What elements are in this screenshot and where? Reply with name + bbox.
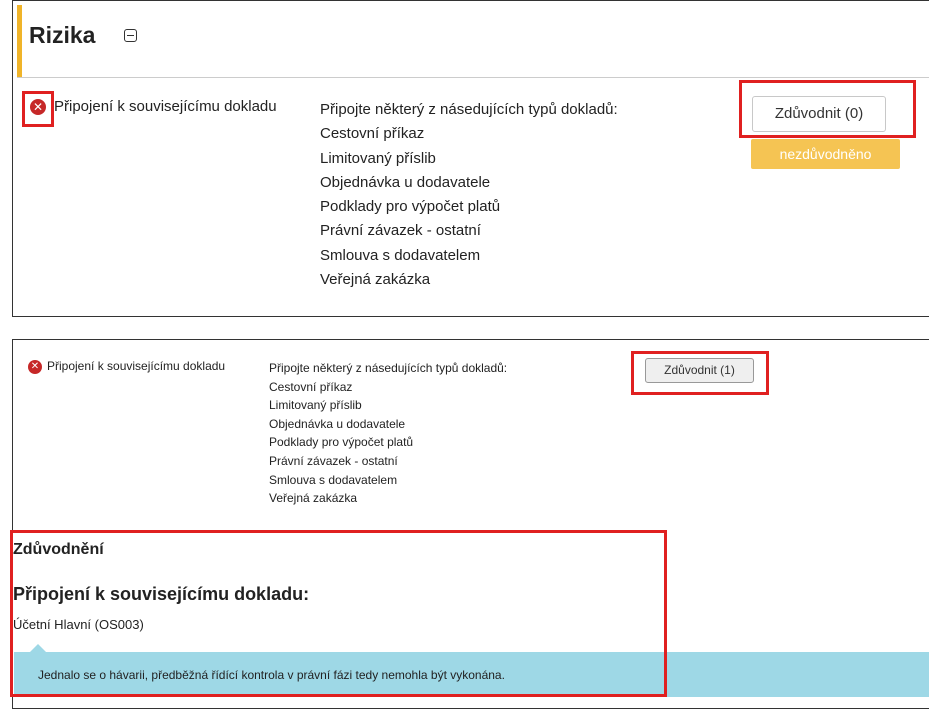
justify-button[interactable]: Zdůvodnit (1) bbox=[645, 358, 754, 383]
header-divider bbox=[17, 77, 929, 78]
doc-type-list: Připojte některý z násedujících typů dok… bbox=[320, 98, 618, 292]
doc-type-item: Právní závazek - ostatní bbox=[320, 222, 481, 240]
error-x-circle-icon: ✕ bbox=[30, 99, 46, 115]
doc-type-item: Podklady pro výpočet platů bbox=[269, 435, 414, 450]
collapse-icon[interactable] bbox=[124, 29, 137, 42]
doc-type-item: Podklady pro výpočet platů bbox=[320, 198, 501, 216]
risk-label: Připojení k souvisejícímu dokladu bbox=[47, 359, 226, 373]
doc-type-item: Limitovaný příslib bbox=[269, 398, 362, 413]
doc-instruction: Připojte některý z násedujících typů dok… bbox=[269, 361, 508, 375]
justify-button[interactable]: Zdůvodnit (0) bbox=[752, 96, 886, 132]
highlight-box-justification bbox=[10, 530, 667, 697]
risk-label: Připojení k souvisejícímu dokladu bbox=[54, 98, 277, 115]
doc-type-item: Veřejná zakázka bbox=[269, 491, 358, 506]
doc-type-item: Smlouva s dodavatelem bbox=[320, 246, 481, 264]
status-badge: nezdůvodněno bbox=[751, 139, 900, 169]
doc-type-list: Připojte některý z násedujících typů dok… bbox=[269, 359, 507, 508]
doc-type-item: Veřejná zakázka bbox=[320, 271, 431, 289]
doc-type-item: Smlouva s dodavatelem bbox=[269, 472, 398, 487]
doc-type-item: Právní závazek - ostatní bbox=[269, 453, 398, 468]
doc-type-item: Limitovaný příslib bbox=[320, 149, 436, 167]
section-header: Rizika bbox=[29, 22, 137, 49]
section-accent-bar bbox=[17, 5, 22, 77]
section-title: Rizika bbox=[29, 22, 96, 48]
error-x-circle-icon: ✕ bbox=[28, 360, 42, 374]
doc-type-item: Cestovní příkaz bbox=[320, 125, 425, 143]
doc-type-item: Objednávka u dodavatele bbox=[269, 416, 406, 431]
doc-type-item: Cestovní příkaz bbox=[269, 379, 353, 394]
doc-instruction: Připojte některý z násedujících typů dok… bbox=[320, 101, 618, 118]
doc-type-item: Objednávka u dodavatele bbox=[320, 173, 491, 191]
